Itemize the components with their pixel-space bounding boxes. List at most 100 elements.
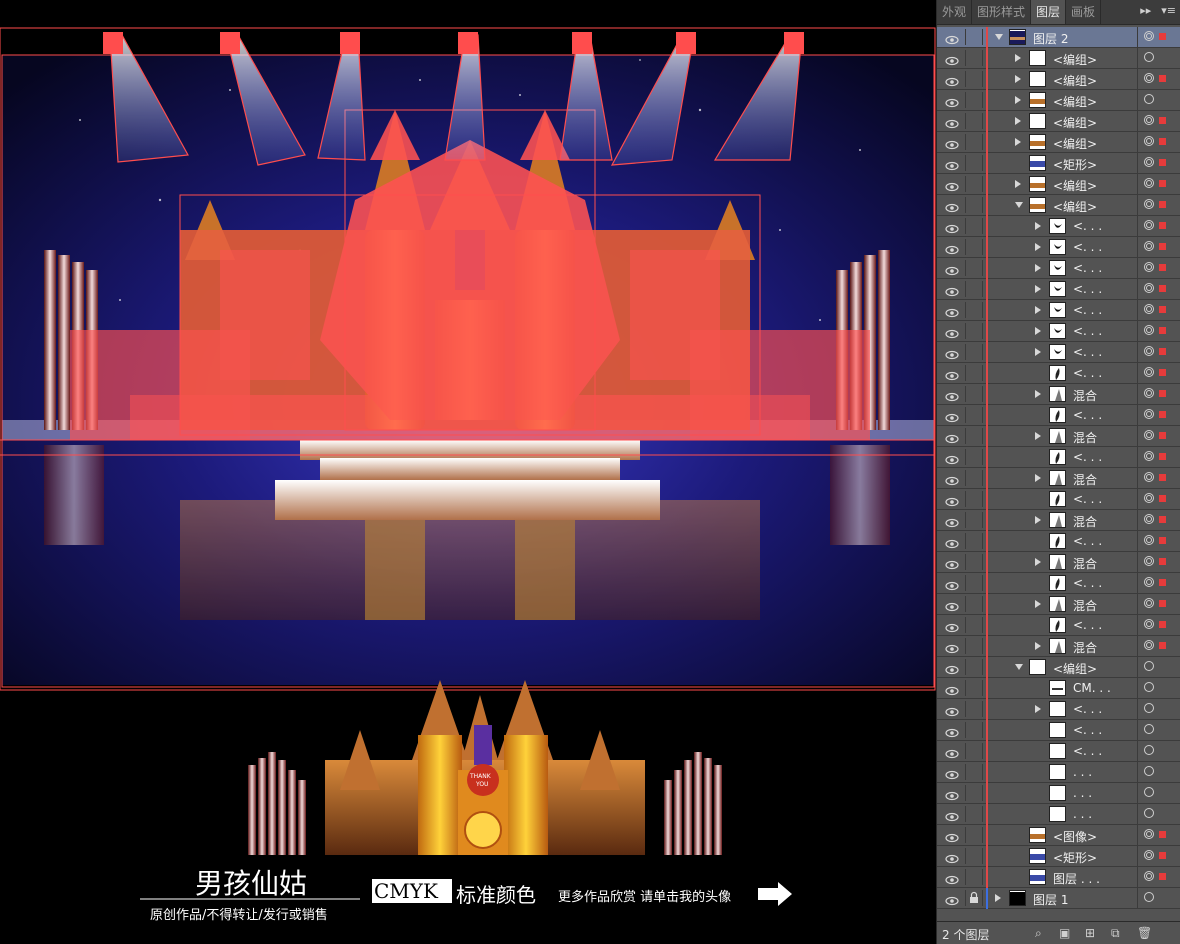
expand-triangle-icon[interactable] [1015,54,1021,62]
target-circle-icon[interactable] [1144,199,1154,209]
visibility-eye-icon[interactable] [945,787,959,801]
lock-toggle[interactable] [965,554,983,570]
visibility-eye-icon[interactable] [945,661,959,675]
expand-triangle-icon[interactable] [1035,705,1041,713]
tab-appearance[interactable]: 外观 [937,0,973,24]
layer-label[interactable]: <矩形> [1053,156,1097,173]
target-circle-icon[interactable] [1144,766,1154,776]
lock-toggle[interactable] [965,260,983,276]
layer-label[interactable]: <编组> [1053,198,1097,215]
visibility-eye-icon[interactable] [945,367,959,381]
layer-row[interactable]: <编组> [937,132,1180,153]
layer-row[interactable]: <. . . [937,720,1180,741]
expand-triangle-icon[interactable] [1015,96,1021,104]
target-circle-icon[interactable] [1144,262,1154,272]
collapse-triangle-icon[interactable] [995,34,1003,40]
layer-row[interactable]: <编组> [937,657,1180,678]
expand-triangle-icon[interactable] [1035,243,1041,251]
visibility-eye-icon[interactable] [945,682,959,696]
target-circle-icon[interactable] [1144,325,1154,335]
expand-triangle-icon[interactable] [1015,138,1021,146]
lock-toggle[interactable] [965,470,983,486]
selection-indicator[interactable] [1159,348,1166,355]
visibility-eye-icon[interactable] [945,262,959,276]
lock-toggle[interactable] [965,638,983,654]
visibility-eye-icon[interactable] [945,241,959,255]
selection-indicator[interactable] [1159,873,1166,880]
lock-toggle[interactable] [965,29,983,45]
lock-toggle[interactable] [965,134,983,150]
target-circle-icon[interactable] [1144,640,1154,650]
layer-row[interactable]: <编组> [937,69,1180,90]
layer-row[interactable]: <. . . [937,615,1180,636]
selection-indicator[interactable] [1159,390,1166,397]
visibility-eye-icon[interactable] [945,745,959,759]
layer-row[interactable]: <. . . [937,363,1180,384]
visibility-eye-icon[interactable] [945,808,959,822]
layer-row[interactable]: <. . . [937,741,1180,762]
expand-triangle-icon[interactable] [1035,390,1041,398]
layer-label[interactable]: 混合 [1073,555,1097,572]
target-circle-icon[interactable] [1144,661,1154,671]
lock-toggle[interactable] [965,512,983,528]
layer-row[interactable]: 混合 [937,552,1180,573]
target-circle-icon[interactable] [1144,283,1154,293]
target-circle-icon[interactable] [1144,346,1154,356]
layer-label[interactable]: <. . . [1073,702,1102,716]
selection-indicator[interactable] [1159,201,1166,208]
layer-row[interactable]: 图层 1 [937,888,1180,909]
layer-label[interactable]: <编组> [1053,51,1097,68]
layer-label[interactable]: <. . . [1073,744,1102,758]
visibility-eye-icon[interactable] [945,892,959,906]
new-layer-icon[interactable]: ⧉ [1111,926,1120,941]
target-circle-icon[interactable] [1144,31,1154,41]
layer-row[interactable]: 图层 2 [937,27,1180,48]
tab-artboards[interactable]: 画板 [1066,0,1102,24]
layer-label[interactable]: <. . . [1073,450,1102,464]
visibility-eye-icon[interactable] [945,178,959,192]
visibility-eye-icon[interactable] [945,31,959,45]
visibility-eye-icon[interactable] [945,115,959,129]
lock-toggle[interactable] [965,722,983,738]
collapse-panel-icon[interactable]: ▸▸ [1140,4,1151,17]
target-circle-icon[interactable] [1144,367,1154,377]
visibility-eye-icon[interactable] [945,52,959,66]
layer-row[interactable]: <编组> [937,174,1180,195]
layer-label[interactable]: 图层 2 [1033,30,1068,47]
expand-triangle-icon[interactable] [1015,180,1021,188]
target-circle-icon[interactable] [1144,115,1154,125]
lock-toggle[interactable] [965,701,983,717]
layer-label[interactable]: <编组> [1053,93,1097,110]
layer-row[interactable]: <. . . [937,573,1180,594]
target-circle-icon[interactable] [1144,52,1154,62]
layer-label[interactable]: 混合 [1073,387,1097,404]
tab-graphic-styles[interactable]: 图形样式 [972,0,1032,24]
selection-indicator[interactable] [1159,558,1166,565]
layer-row[interactable]: <. . . [937,258,1180,279]
visibility-eye-icon[interactable] [945,430,959,444]
expand-triangle-icon[interactable] [1035,285,1041,293]
selection-indicator[interactable] [1159,432,1166,439]
target-circle-icon[interactable] [1144,598,1154,608]
selection-indicator[interactable] [1159,621,1166,628]
lock-toggle[interactable] [965,533,983,549]
expand-triangle-icon[interactable] [1035,432,1041,440]
selection-indicator[interactable] [1159,117,1166,124]
lock-toggle[interactable] [965,239,983,255]
lock-toggle[interactable] [965,827,983,843]
layer-row[interactable]: <. . . [937,237,1180,258]
layer-label[interactable]: <. . . [1073,576,1102,590]
lock-toggle[interactable] [965,575,983,591]
selection-indicator[interactable] [1159,537,1166,544]
layer-row[interactable]: <. . . [937,342,1180,363]
lock-toggle[interactable] [965,197,983,213]
visibility-eye-icon[interactable] [945,94,959,108]
layer-label[interactable]: <. . . [1073,534,1102,548]
selection-indicator[interactable] [1159,831,1166,838]
visibility-eye-icon[interactable] [945,535,959,549]
expand-triangle-icon[interactable] [995,894,1001,902]
layer-label[interactable]: . . . [1073,765,1092,779]
layer-row[interactable]: <. . . [937,447,1180,468]
visibility-eye-icon[interactable] [945,73,959,87]
layer-label[interactable]: <. . . [1073,492,1102,506]
